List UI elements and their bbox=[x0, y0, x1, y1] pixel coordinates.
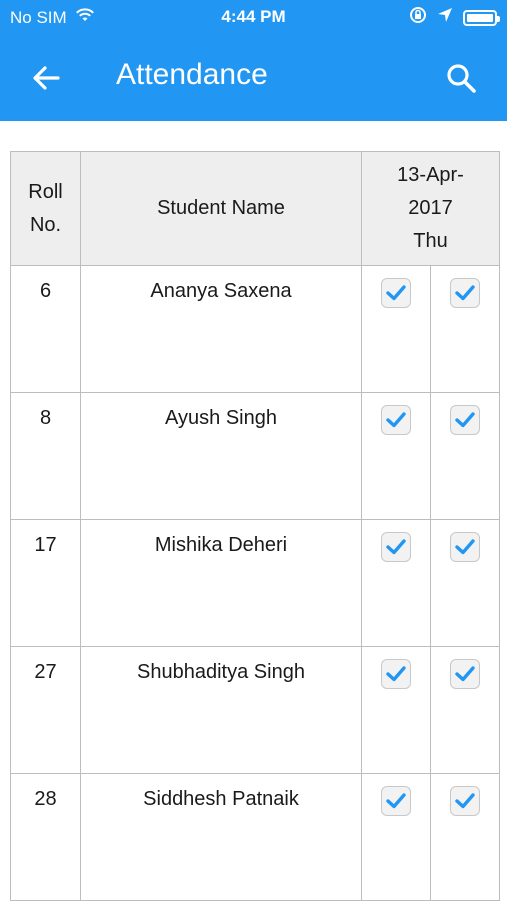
checkmark-icon bbox=[455, 539, 475, 555]
check-cell bbox=[361, 646, 431, 774]
table-header-row: Roll No. Student Name 13-Apr- 2017 Thu bbox=[10, 151, 501, 266]
arrow-left-icon bbox=[33, 66, 60, 90]
check-cell bbox=[429, 773, 501, 901]
name-cell: Shubhaditya Singh bbox=[80, 646, 362, 774]
back-button[interactable] bbox=[28, 60, 64, 96]
name-cell: Ananya Saxena bbox=[80, 265, 362, 393]
attendance-checkbox[interactable] bbox=[450, 786, 480, 816]
check-cell bbox=[429, 265, 501, 393]
header-roll-no: Roll No. bbox=[10, 151, 81, 266]
search-button[interactable] bbox=[443, 60, 479, 96]
roll-number: 6 bbox=[39, 280, 52, 302]
name-cell: Siddhesh Patnaik bbox=[80, 773, 362, 901]
name-cell: Mishika Deheri bbox=[80, 519, 362, 647]
status-right bbox=[409, 6, 500, 29]
attendance-checkbox[interactable] bbox=[450, 405, 480, 435]
roll-number: 28 bbox=[34, 788, 57, 810]
checkmark-icon bbox=[455, 793, 475, 809]
attendance-checkbox[interactable] bbox=[450, 278, 480, 308]
attendance-checkbox[interactable] bbox=[381, 786, 411, 816]
check-cell bbox=[429, 646, 501, 774]
table-row: 8 Ayush Singh bbox=[10, 392, 501, 520]
table-row: 17 Mishika Deheri bbox=[10, 519, 501, 647]
header-date: 13-Apr- 2017 Thu bbox=[360, 151, 501, 266]
student-name: Siddhesh Patnaik bbox=[143, 788, 299, 810]
attendance-checkbox[interactable] bbox=[450, 532, 480, 562]
table-row: 27 Shubhaditya Singh bbox=[10, 646, 501, 774]
roll-cell: 28 bbox=[10, 773, 81, 901]
student-name: Ayush Singh bbox=[165, 407, 277, 429]
check-cell bbox=[361, 773, 431, 901]
battery-icon bbox=[463, 9, 500, 26]
checkmark-icon bbox=[455, 285, 475, 301]
attendance-checkbox[interactable] bbox=[381, 278, 411, 308]
table-row: 28 Siddhesh Patnaik bbox=[10, 773, 501, 901]
attendance-checkbox[interactable] bbox=[450, 659, 480, 689]
header-roll-label: Roll No. bbox=[28, 180, 63, 236]
check-cell bbox=[361, 392, 431, 520]
roll-cell: 27 bbox=[10, 646, 81, 774]
header-date-line2: 2017 bbox=[408, 197, 453, 219]
check-cell bbox=[429, 392, 501, 520]
checkmark-icon bbox=[455, 412, 475, 428]
checkmark-icon bbox=[386, 539, 406, 555]
attendance-table: Roll No. Student Name 13-Apr- 2017 Thu 6… bbox=[10, 151, 501, 901]
app-bar: No SIM 4:44 PM Attendance bbox=[0, 0, 507, 121]
student-name: Ananya Saxena bbox=[150, 280, 292, 302]
roll-cell: 8 bbox=[10, 392, 81, 520]
status-bar: No SIM 4:44 PM bbox=[0, 0, 507, 34]
location-icon bbox=[437, 7, 453, 28]
check-cell bbox=[429, 519, 501, 647]
attendance-checkbox[interactable] bbox=[381, 405, 411, 435]
roll-cell: 6 bbox=[10, 265, 81, 393]
rotation-lock-icon bbox=[409, 6, 427, 29]
header-date-line3: Thu bbox=[413, 230, 448, 252]
checkmark-icon bbox=[455, 666, 475, 682]
student-name: Mishika Deheri bbox=[154, 534, 288, 556]
attendance-checkbox[interactable] bbox=[381, 532, 411, 562]
check-cell bbox=[361, 519, 431, 647]
check-cell bbox=[361, 265, 431, 393]
header-student-name: Student Name bbox=[80, 151, 362, 266]
table-row: 6 Ananya Saxena bbox=[10, 265, 501, 393]
checkmark-icon bbox=[386, 285, 406, 301]
attendance-checkbox[interactable] bbox=[381, 659, 411, 689]
name-cell: Ayush Singh bbox=[80, 392, 362, 520]
roll-number: 17 bbox=[34, 534, 57, 556]
header-date-line1: 13-Apr- bbox=[397, 164, 464, 186]
search-icon bbox=[447, 64, 476, 93]
header-name-label: Student Name bbox=[157, 197, 285, 219]
roll-number: 27 bbox=[34, 661, 57, 683]
checkmark-icon bbox=[386, 793, 406, 809]
checkmark-icon bbox=[386, 412, 406, 428]
page-title: Attendance bbox=[116, 58, 268, 91]
student-name: Shubhaditya Singh bbox=[137, 661, 305, 683]
roll-number: 8 bbox=[39, 407, 52, 429]
checkmark-icon bbox=[386, 666, 406, 682]
roll-cell: 17 bbox=[10, 519, 81, 647]
